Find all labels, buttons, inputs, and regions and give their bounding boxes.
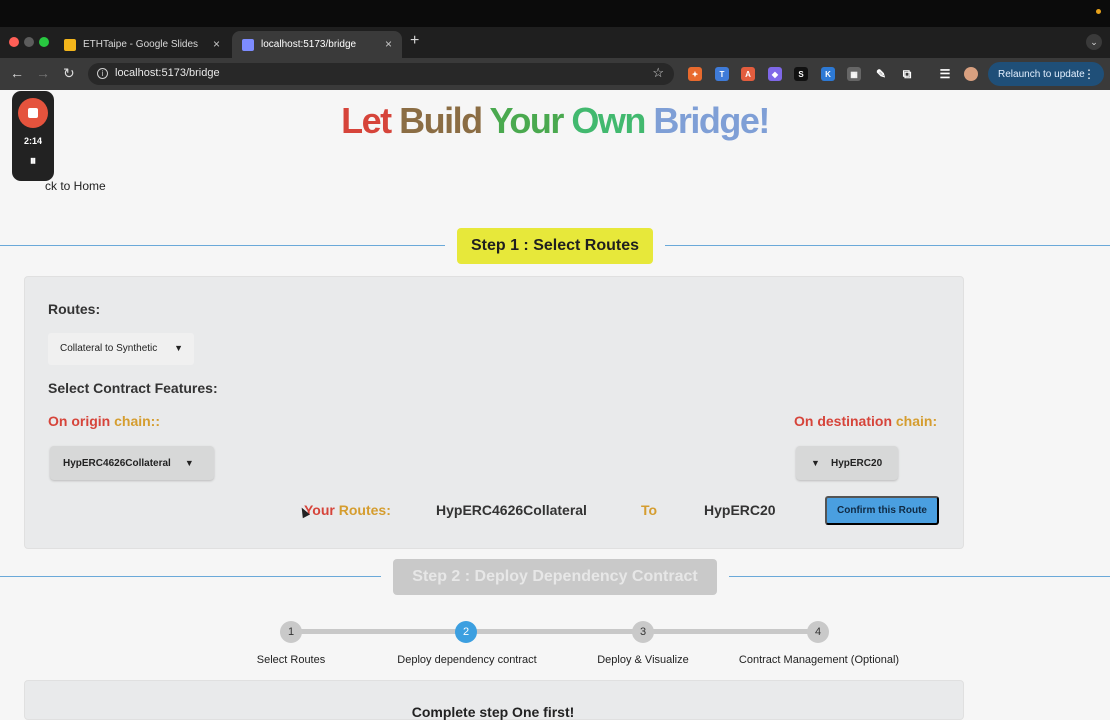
close-window-icon[interactable] [9, 37, 19, 47]
bookmark-star-icon[interactable]: ☆ [652, 65, 664, 81]
extension-icon[interactable]: ◆ [768, 67, 782, 81]
close-tab-icon[interactable]: × [213, 37, 220, 51]
destination-suffix: chain: [895, 413, 938, 429]
title-word-build: Build [399, 100, 490, 141]
extension-icon[interactable]: K [821, 67, 835, 81]
your-routes-prefix: Your [304, 502, 339, 518]
forward-button[interactable]: → [36, 65, 50, 81]
stepper-label-2: Deploy dependency contract [397, 654, 537, 666]
relaunch-label: Relaunch to update [998, 68, 1085, 80]
step-1-divider-left [0, 245, 445, 246]
system-menu-bar [0, 0, 1110, 27]
extension-icon[interactable]: S [794, 67, 808, 81]
origin-contract-select[interactable]: HypERC4626Collateral ▼ [50, 446, 214, 480]
reading-list-icon[interactable]: ☰ [938, 67, 952, 81]
stepper-label-4: Contract Management (Optional) [738, 654, 900, 666]
dropdown-arrow-icon: ▼ [184, 458, 194, 468]
extension-icon[interactable]: ▦ [847, 67, 861, 81]
back-to-home-link[interactable]: ck to Home [45, 179, 106, 193]
eyedropper-icon[interactable]: ✎ [874, 67, 888, 81]
screen-recorder-widget: 2:14 ⏸ [12, 91, 54, 181]
relaunch-to-update-button[interactable]: Relaunch to update ⋮ [988, 62, 1104, 86]
close-tab-icon[interactable]: × [385, 37, 392, 51]
tab-bridge[interactable]: localhost:5173/bridge × [232, 31, 402, 58]
url-text: localhost:5173/bridge [115, 67, 220, 79]
browser-toolbar: ← → ↻ i localhost:5173/bridge ☆ ✦ T A ◆ … [0, 58, 1110, 90]
step-2-divider-right [729, 576, 1110, 577]
profile-avatar[interactable] [964, 67, 978, 81]
tab-search-button[interactable]: ⌄ [1086, 34, 1102, 50]
origin-prefix: On origin [48, 413, 115, 429]
tab-google-slides-label: ETHTaipe - Google Slides [83, 39, 199, 50]
step-2-divider-left [0, 576, 381, 577]
recording-time: 2:14 [23, 136, 42, 146]
stepper-step-2[interactable]: 2 [455, 621, 477, 643]
origin-chain-label: On origin chain:: [48, 413, 160, 429]
routes-label: Routes: [48, 301, 101, 317]
new-tab-button[interactable]: + [410, 32, 419, 50]
back-button[interactable]: ← [10, 65, 24, 81]
origin-suffix: chain:: [114, 413, 160, 429]
tab-bridge-label: localhost:5173/bridge [261, 39, 357, 50]
dropdown-arrow-icon: ▼ [811, 458, 820, 468]
notification-dot [1096, 9, 1101, 14]
routes-selected-value: Collateral to Synthetic [60, 343, 158, 354]
origin-contract-value: HypERC4626Collateral [63, 457, 171, 469]
confirm-route-button[interactable]: Confirm this Route [825, 496, 939, 525]
title-word-let: Let [341, 100, 400, 141]
route-destination-contract: HypERC20 [704, 502, 776, 518]
destination-contract-select[interactable]: ▼ HypERC20 [796, 446, 898, 480]
stepper-step-3[interactable]: 3 [632, 621, 654, 643]
stop-recording-button[interactable] [18, 98, 48, 128]
browser-tab-strip: ETHTaipe - Google Slides × localhost:517… [0, 27, 1110, 58]
app-icon [242, 38, 254, 51]
bridge-page: Let Build Your Own Bridge! ck to Home St… [0, 90, 1110, 720]
stepper-step-4[interactable]: 4 [807, 621, 829, 643]
stepper-label-3: Deploy & Visualize [597, 654, 689, 666]
extension-icon[interactable]: ✦ [688, 67, 702, 81]
destination-contract-value: HypERC20 [831, 457, 883, 469]
title-word-own: Own [571, 100, 654, 141]
step-1-divider-right [665, 245, 1110, 246]
your-routes-label: Your Routes: [304, 502, 391, 518]
destination-prefix: On destination [794, 413, 896, 429]
reload-button[interactable]: ↻ [63, 65, 75, 82]
step-2-heading: Step 2 : Deploy Dependency Contract [393, 559, 717, 595]
stepper-track [290, 629, 818, 634]
your-routes-suffix: Routes: [338, 502, 391, 518]
maximize-window-icon[interactable] [39, 37, 49, 47]
complete-step-message: Complete step One first! [411, 704, 575, 720]
dropdown-arrow-icon: ▼ [174, 343, 183, 353]
step-1-heading: Step 1 : Select Routes [457, 228, 653, 264]
stepper-label-1: Select Routes [256, 654, 326, 666]
route-origin-contract: HypERC4626Collateral [436, 502, 587, 518]
pause-recording-button[interactable]: ⏸ [12, 153, 54, 169]
address-bar[interactable]: i localhost:5173/bridge ☆ [88, 63, 674, 85]
extensions-puzzle-icon[interactable]: ⧉ [900, 67, 914, 81]
route-to-label: To [641, 502, 658, 518]
destination-chain-label: On destination chain: [794, 413, 937, 429]
extension-icon[interactable]: T [715, 67, 729, 81]
extension-icon[interactable]: A [741, 67, 755, 81]
title-word-bridge: Bridge! [653, 100, 770, 141]
routes-select[interactable]: Collateral to Synthetic ▼ [48, 333, 194, 365]
more-menu-icon[interactable]: ⋮ [1083, 67, 1095, 81]
stepper-step-1[interactable]: 1 [280, 621, 302, 643]
tab-google-slides[interactable]: ETHTaipe - Google Slides × [54, 31, 230, 58]
site-info-icon[interactable]: i [97, 68, 108, 79]
minimize-window-icon[interactable] [24, 37, 34, 47]
page-title: Let Build Your Own Bridge! [0, 100, 1110, 142]
title-word-your: Your [489, 100, 572, 141]
contract-features-label: Select Contract Features: [48, 380, 218, 396]
slides-icon [64, 38, 76, 51]
